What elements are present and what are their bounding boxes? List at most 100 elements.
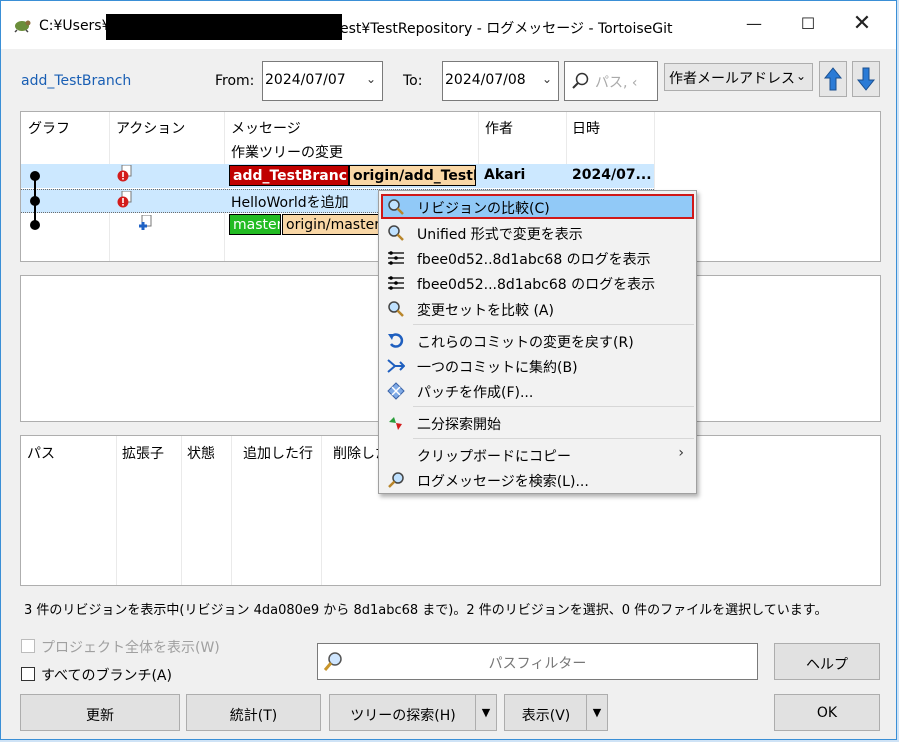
menu-item-compare-revisions[interactable]: リビジョンの比較(C) [381, 194, 694, 219]
help-button[interactable]: ヘルプ [774, 643, 880, 680]
magnifier-icon [388, 301, 404, 317]
search-icon [572, 72, 589, 89]
menu-item-copy-to-clipboard[interactable]: クリップボードにコピー › [381, 442, 694, 467]
from-date-value: 2024/07/07 [265, 72, 346, 88]
from-label: From: [215, 73, 255, 89]
menu-item-label: クリップボードにコピー [417, 449, 571, 465]
menu-item-label: リビジョンの比較(C) [417, 201, 550, 217]
to-date-picker[interactable]: 2024/07/08 ⌄ [442, 61, 559, 101]
bisect-icon [389, 417, 402, 430]
graph-node [30, 171, 40, 181]
refresh-button[interactable]: 更新 [20, 694, 180, 731]
title-bar[interactable]: C:¥Users¥ est¥TestRepository - ログメッセージ -… [1, 1, 896, 49]
column-header-path[interactable]: パス [27, 443, 55, 463]
commit-author: Akari [484, 167, 526, 183]
view-button-label: 表示(V) [521, 708, 571, 724]
walk-tree-button[interactable]: ツリーの探索(H) ▼ [329, 694, 497, 731]
menu-item-label: Unified 形式で変更を表示 [417, 227, 583, 243]
menu-item-revert-commits[interactable]: これらのコミットの変更を戻す(R) [381, 328, 694, 353]
dropdown-arrow-icon[interactable]: ▼ [475, 695, 496, 730]
next-button[interactable] [852, 61, 880, 97]
branch-link[interactable]: add_TestBranch [21, 73, 131, 89]
from-date-picker[interactable]: 2024/07/07 ⌄ [262, 61, 383, 101]
arrow-up-icon [823, 67, 843, 91]
commit-date: 2024/07... [572, 167, 652, 183]
menu-item-label: 一つのコミットに集約(B) [417, 360, 578, 376]
maximize-button[interactable]: ☐ [785, 9, 831, 41]
menu-item-start-bisect[interactable]: 二分探索開始 [381, 410, 694, 435]
refresh-button-label: 更新 [86, 708, 114, 724]
window-title-prefix: C:¥Users¥ [39, 18, 111, 34]
statistics-button[interactable]: 統計(T) [186, 694, 321, 731]
branch-tag-origin-master: origin/master [282, 214, 379, 235]
column-header-message[interactable]: メッセージ [231, 118, 301, 138]
redacted-path [106, 14, 342, 40]
branch-tag-local: add_TestBranch [229, 165, 349, 186]
ok-button[interactable]: OK [774, 694, 880, 731]
search-placeholder: パス, ‹ [595, 75, 638, 91]
chevron-down-icon: ⌄ [365, 72, 376, 86]
modified-action-icon [117, 165, 132, 182]
arrow-down-icon [856, 67, 876, 91]
path-filter-input[interactable]: パスフィルター [317, 643, 758, 680]
branch-tag-master: master [229, 214, 281, 235]
menu-item-unified-diff[interactable]: Unified 形式で変更を表示 [381, 220, 694, 245]
chevron-down-icon: ⌄ [795, 69, 806, 83]
to-date-value: 2024/07/08 [445, 72, 526, 88]
column-header-status[interactable]: 状態 [187, 443, 215, 463]
squash-icon [387, 359, 405, 373]
column-header-date[interactable]: 日時 [572, 118, 600, 138]
menu-separator [413, 324, 694, 325]
chevron-down-icon: ⌄ [541, 72, 552, 86]
menu-item-show-log-symmetric[interactable]: fbee0d52...8d1abc68 のログを表示 [381, 270, 694, 295]
patch-icon [387, 382, 405, 400]
table-row[interactable]: 作業ツリーの変更 [21, 139, 654, 163]
column-header-author[interactable]: 作者 [485, 118, 513, 138]
magnifier-icon [388, 225, 404, 241]
view-button[interactable]: 表示(V) ▼ [504, 694, 608, 731]
filter-by-label: 作者メールアドレス [669, 71, 795, 87]
all-branches-checkbox[interactable] [21, 667, 35, 681]
modified-action-icon [117, 191, 132, 208]
all-branches-label: すべてのブランチ(A) [41, 668, 172, 684]
menu-item-squash-commits[interactable]: 一つのコミットに集約(B) [381, 353, 694, 378]
column-header-action[interactable]: アクション [116, 118, 185, 138]
filter-by-dropdown[interactable]: 作者メールアドレス ⌄ [664, 63, 813, 91]
show-whole-project-checkbox[interactable] [21, 639, 35, 653]
added-action-icon [139, 215, 152, 230]
walk-tree-button-label: ツリーの探索(H) [350, 708, 456, 724]
tortoise-app-icon [14, 20, 31, 33]
submenu-arrow-icon: › [678, 445, 684, 461]
menu-item-label: 変更セットを比較 (A) [417, 303, 554, 319]
branch-tag-remote: origin/add_TestBr [349, 165, 476, 186]
column-header-lines-added[interactable]: 追加した行 [243, 443, 313, 463]
menu-item-create-patch[interactable]: パッチを作成(F)... [381, 378, 694, 403]
menu-item-compare-changesets[interactable]: 変更セットを比較 (A) [381, 296, 694, 321]
context-menu: リビジョンの比較(C) Unified 形式で変更を表示 fbee0d52..8… [378, 190, 697, 494]
dropdown-arrow-icon[interactable]: ▼ [586, 695, 607, 730]
revert-icon [388, 333, 404, 348]
statistics-button-label: 統計(T) [229, 708, 278, 724]
menu-item-label: fbee0d52..8d1abc68 のログを表示 [417, 252, 651, 268]
search-input[interactable]: パス, ‹ [564, 61, 658, 101]
menu-item-label: 二分探索開始 [417, 417, 501, 433]
column-header-extension[interactable]: 拡張子 [122, 443, 164, 463]
menu-separator [413, 438, 694, 439]
help-button-label: ヘルプ [806, 657, 848, 673]
menu-separator [413, 406, 694, 407]
path-filter-placeholder: パスフィルター [488, 656, 587, 672]
menu-item-show-log-range[interactable]: fbee0d52..8d1abc68 のログを表示 [381, 245, 694, 270]
to-label: To: [403, 73, 423, 89]
status-text: 3 件のリビジョンを表示中(リビジョン 4da080e9 から 8d1abc68… [24, 603, 828, 618]
commit-message: HelloWorldを追加 [231, 195, 349, 211]
previous-button[interactable] [819, 61, 847, 97]
show-whole-project-label: プロジェクト全体を表示(W) [41, 640, 220, 656]
column-header-graph[interactable]: グラフ [28, 118, 70, 138]
minimize-button[interactable]: — [731, 9, 777, 41]
table-row[interactable]: add_TestBranch origin/add_TestBr Akari 2… [21, 164, 654, 188]
menu-item-search-log[interactable]: ログメッセージを検索(L)... [381, 467, 694, 492]
commit-message: 作業ツリーの変更 [231, 145, 343, 161]
log-icon [388, 251, 404, 265]
magnifier-icon [388, 199, 404, 215]
close-button[interactable]: ✕ [839, 9, 885, 41]
